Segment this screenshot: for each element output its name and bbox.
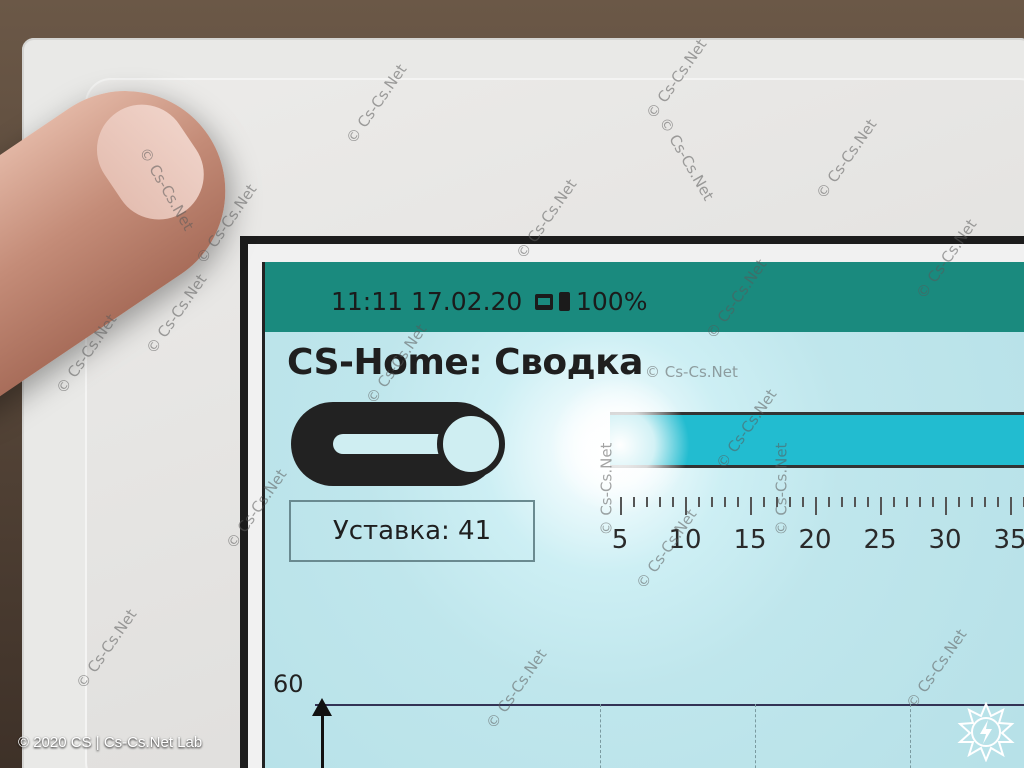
scale-tick xyxy=(867,497,869,507)
scale-tick xyxy=(841,497,843,507)
image-icon xyxy=(535,293,553,310)
screen-glare xyxy=(550,375,690,515)
scale-tick-label: 20 xyxy=(798,525,832,555)
page-title: CS-Home: Сводка xyxy=(287,342,643,383)
scale-tick xyxy=(724,497,726,507)
scale-tick-label: 30 xyxy=(928,525,962,555)
copyright-footer: © 2020 CS | Cs-Cs.Net Lab xyxy=(18,734,203,751)
chart-vertical-gridline xyxy=(910,704,911,768)
scale-tick xyxy=(763,497,765,507)
scale-tick xyxy=(932,497,934,507)
scale-tick xyxy=(919,497,921,507)
chart-vertical-gridline xyxy=(755,704,756,768)
scale-tick xyxy=(659,497,661,507)
scale-tick xyxy=(984,497,986,507)
watermark: © Cs-Cs.Net xyxy=(772,442,791,536)
chart-vertical-gridline xyxy=(600,704,601,768)
chart-y-max-label: 60 xyxy=(273,670,304,698)
scale-tick xyxy=(737,497,739,507)
scale-tick xyxy=(620,497,622,515)
scale-tick xyxy=(750,497,752,515)
scale-tick xyxy=(711,497,713,507)
watermark: © Cs-Cs.Net xyxy=(597,442,616,536)
toggle-knob[interactable] xyxy=(437,410,505,478)
setpoint-label: Уставка: 41 xyxy=(332,516,492,546)
scale-tick xyxy=(945,497,947,515)
scale-tick xyxy=(1010,497,1012,515)
scale-tick xyxy=(893,497,895,507)
setpoint-display[interactable]: Уставка: 41 xyxy=(289,500,535,562)
battery-icon xyxy=(559,292,570,311)
watermark: © Cs-Cs.Net xyxy=(645,363,738,381)
scale-tick xyxy=(880,497,882,515)
scale-tick-label: 35 xyxy=(993,525,1024,555)
scale-tick xyxy=(802,497,804,507)
scale-tick xyxy=(633,497,635,507)
heating-toggle-switch[interactable] xyxy=(291,402,505,486)
scale-tick xyxy=(672,497,674,507)
toggle-track xyxy=(333,434,453,454)
scale-tick xyxy=(997,497,999,507)
photo-scene: 11:11 17.02.20 100% CS-Home: Сводка Уста… xyxy=(0,0,1024,768)
scale-tick xyxy=(815,497,817,515)
scale-tick xyxy=(854,497,856,507)
scale-tick xyxy=(828,497,830,507)
status-icons: 100% xyxy=(535,287,647,316)
scale-tick xyxy=(698,497,700,507)
status-time-date: 11:11 17.02.20 xyxy=(331,287,523,316)
lightning-logo-icon xyxy=(957,702,1015,762)
battery-level: 100% xyxy=(576,287,648,316)
scale-tick xyxy=(646,497,648,507)
scale-tick xyxy=(971,497,973,507)
scale-tick xyxy=(958,497,960,507)
scale-tick xyxy=(906,497,908,507)
level-bar xyxy=(550,375,1024,515)
scale-tick-label: 25 xyxy=(863,525,897,555)
status-bar: 11:11 17.02.20 100% xyxy=(265,262,1024,332)
chart-y-axis-arrow xyxy=(312,698,332,716)
scale-tick-label: 15 xyxy=(733,525,767,555)
